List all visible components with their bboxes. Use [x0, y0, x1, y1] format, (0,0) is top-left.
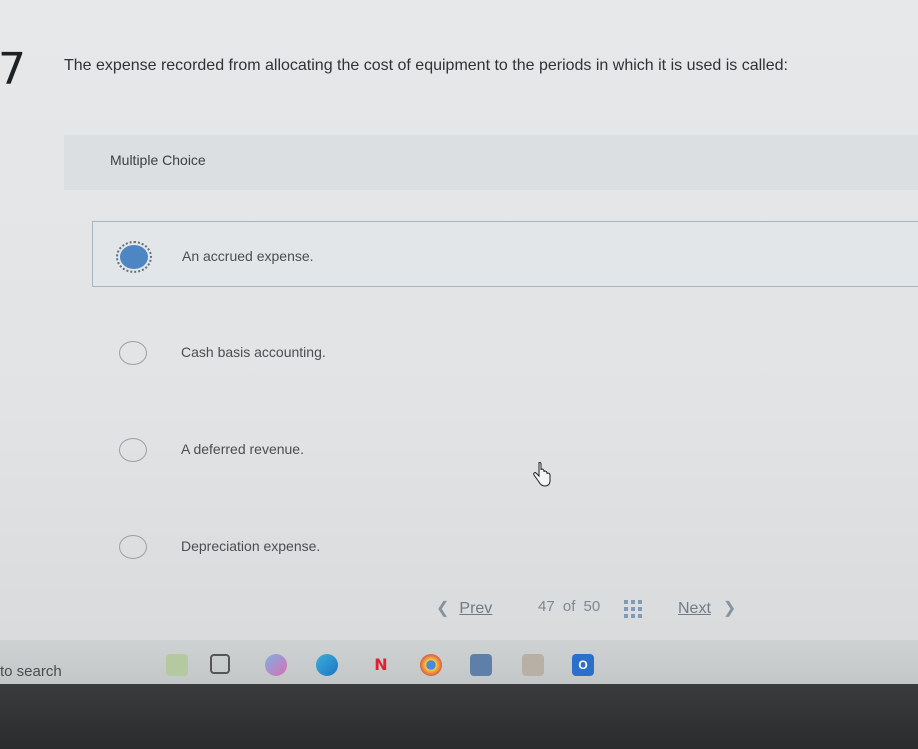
- radio-button[interactable]: [119, 438, 147, 462]
- widgets-icon[interactable]: [166, 654, 188, 676]
- news-icon[interactable]: N: [370, 654, 392, 676]
- page-indicator: 47 of 50: [538, 598, 600, 615]
- option-c[interactable]: A deferred revenue.: [92, 415, 918, 481]
- store-icon[interactable]: [470, 654, 492, 676]
- question-type-panel: Multiple Choice: [64, 135, 918, 190]
- option-d[interactable]: Depreciation expense.: [92, 512, 918, 578]
- total-pages: 50: [583, 598, 601, 615]
- taskbar-search[interactable]: to search: [0, 663, 62, 680]
- question-grid-icon[interactable]: [624, 600, 642, 618]
- edge-icon[interactable]: [316, 654, 338, 676]
- option-b[interactable]: Cash basis accounting.: [92, 318, 918, 384]
- chevron-left-icon: ❮: [436, 600, 450, 617]
- of-text: of: [562, 598, 576, 615]
- outlook-icon[interactable]: O: [572, 654, 594, 676]
- hand-cursor-icon: [532, 461, 552, 493]
- screen-bezel: [0, 684, 918, 749]
- taskbar: to search N O: [0, 640, 918, 684]
- option-label: A deferred revenue.: [181, 441, 304, 457]
- next-button[interactable]: Next ❯: [678, 598, 736, 618]
- option-label: An accrued expense.: [182, 248, 314, 264]
- radio-button-selected[interactable]: [116, 241, 152, 273]
- prev-label: Prev: [459, 600, 493, 617]
- radio-button[interactable]: [119, 341, 147, 365]
- prev-button[interactable]: ❮ Prev: [436, 598, 492, 618]
- question-type-label: Multiple Choice: [110, 152, 206, 168]
- next-label: Next: [678, 600, 711, 617]
- current-page: 47: [538, 598, 555, 615]
- question-text: The expense recorded from allocating the…: [64, 57, 788, 74]
- option-label: Cash basis accounting.: [181, 344, 326, 360]
- option-label: Depreciation expense.: [181, 538, 321, 554]
- chevron-right-icon: ❯: [722, 600, 737, 617]
- radio-button[interactable]: [119, 535, 147, 559]
- photos-icon[interactable]: [522, 654, 544, 676]
- option-a[interactable]: An accrued expense.: [92, 221, 918, 287]
- chrome-icon[interactable]: [420, 654, 442, 676]
- copilot-icon[interactable]: [265, 654, 287, 676]
- question-number: 7: [0, 44, 26, 95]
- task-view-icon[interactable]: [210, 654, 230, 674]
